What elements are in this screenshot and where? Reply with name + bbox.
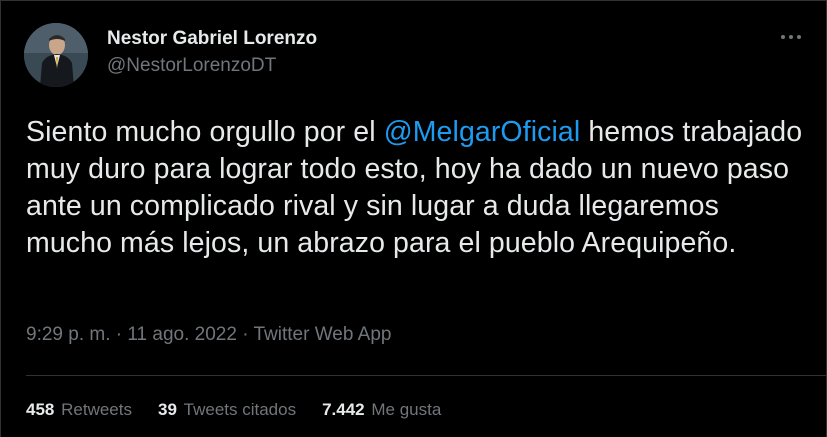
likes-stat[interactable]: 7.442 Me gusta	[322, 400, 441, 420]
author-display-name[interactable]: Nestor Gabriel Lorenzo	[107, 28, 317, 50]
tweet-stats: 458 Retweets 39 Tweets citados 7.442 Me …	[26, 400, 441, 420]
tweet-date[interactable]: 11 ago. 2022	[127, 324, 237, 345]
divider	[26, 375, 826, 376]
likes-count: 7.442	[322, 400, 365, 419]
quotes-stat[interactable]: 39 Tweets citados	[158, 400, 296, 420]
meta-separator: ·	[110, 324, 128, 345]
tweet-text-before: Siento mucho orgullo por el	[26, 116, 384, 148]
tweet-meta: 9:29 p. m. · 11 ago. 2022 · Twitter Web …	[26, 324, 391, 346]
mention-link[interactable]: @MelgarOficial	[384, 116, 581, 148]
tweet-text: Siento mucho orgullo por el @MelgarOfici…	[26, 114, 806, 262]
quotes-label: Tweets citados	[183, 400, 297, 419]
tweet-source[interactable]: Twitter Web App	[253, 324, 391, 345]
more-horizontal-icon	[781, 35, 801, 39]
likes-label: Me gusta	[371, 400, 442, 419]
author-handle[interactable]: @NestorLorenzoDT	[107, 55, 276, 77]
tweet-time[interactable]: 9:29 p. m.	[26, 324, 111, 345]
meta-separator: ·	[236, 324, 254, 345]
quotes-count: 39	[157, 400, 177, 419]
more-options-button[interactable]	[776, 25, 806, 49]
retweets-label: Retweets	[61, 400, 132, 419]
avatar-image	[24, 23, 88, 87]
retweets-count: 458	[26, 400, 55, 419]
avatar[interactable]	[24, 23, 88, 87]
tweet-card: Nestor Gabriel Lorenzo @NestorLorenzoDT …	[0, 0, 827, 437]
retweets-stat[interactable]: 458 Retweets	[26, 400, 132, 420]
